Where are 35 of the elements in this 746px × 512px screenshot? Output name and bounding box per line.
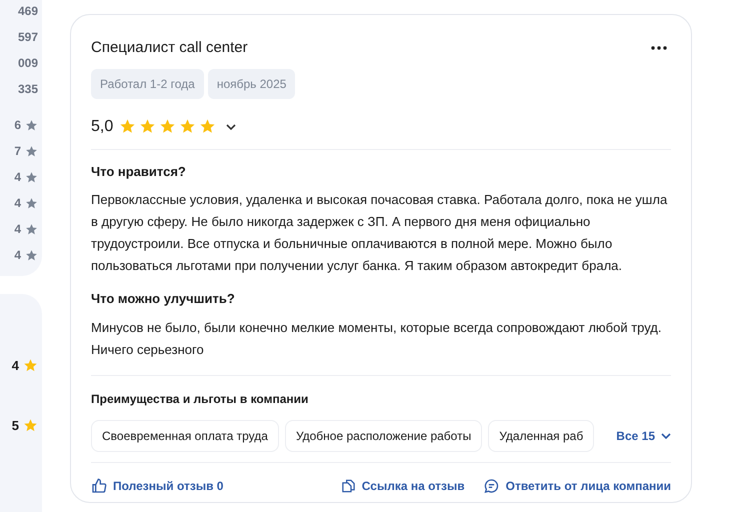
rating-value: 4: [14, 247, 21, 264]
tag: Работал 1-2 года: [91, 68, 204, 98]
count-value: 597: [18, 29, 38, 46]
count-value: 335: [18, 81, 38, 98]
rating-value: 6: [14, 117, 21, 134]
expand-rating-button[interactable]: [226, 124, 236, 130]
chevron-down-icon: [226, 124, 236, 130]
tag: ноябрь 2025: [208, 68, 296, 98]
chat-bubble-icon: [482, 478, 500, 494]
copy-link-button[interactable]: Ссылка на отзыв: [340, 476, 465, 494]
rating-value: 4: [14, 169, 21, 186]
benefit-chip: Удобное расположение работы: [284, 420, 482, 452]
section-heading: Что можно улучшить?: [91, 290, 236, 308]
chevron-down-icon: [661, 432, 671, 438]
rating-value: 4: [14, 221, 21, 238]
rating-value: 5,0: [91, 116, 114, 136]
score-value: 5: [12, 416, 19, 434]
count-value: 009: [18, 55, 38, 72]
review-text: Первоклассные условия, удаленка и высокая почасовая ставка. Работала долго, пока не ушла в другую сферу. Не было никогда задержек с ЗП. А первого дня меня официально трудоустроили. Все отпуска и больничные оплачиваются в полной мере. Можно было пользоваться льготами при получении услуг банка. Я таким образом автокредит брала.: [91, 191, 668, 275]
more-options-icon: [651, 46, 667, 50]
rating-value: 7: [14, 143, 21, 160]
reply-button[interactable]: Ответить от лица компании: [482, 476, 671, 494]
copy-icon: [340, 478, 356, 494]
section-heading: Что нравится?: [91, 162, 187, 181]
score-value: 4: [12, 357, 19, 375]
review-title: Специалист call center: [91, 38, 248, 58]
benefits-heading: Преимущества и льготы в компании: [91, 390, 310, 408]
benefit-chip: Удаленная раб: [488, 420, 594, 452]
thumbs-up-icon: [91, 478, 107, 494]
count-value: 469: [18, 3, 38, 20]
show-all-benefits-button[interactable]: Все 15: [608, 426, 671, 444]
review-text: Минусов не было, были конечно мелкие моменты, которые всегда сопровождают любой труд. Ничего серьезного: [91, 318, 663, 359]
rating-value: 4: [14, 195, 21, 212]
benefit-chip: Своевременная оплата труда: [91, 420, 279, 452]
helpful-button[interactable]: Полезный отзыв 0: [91, 476, 224, 494]
